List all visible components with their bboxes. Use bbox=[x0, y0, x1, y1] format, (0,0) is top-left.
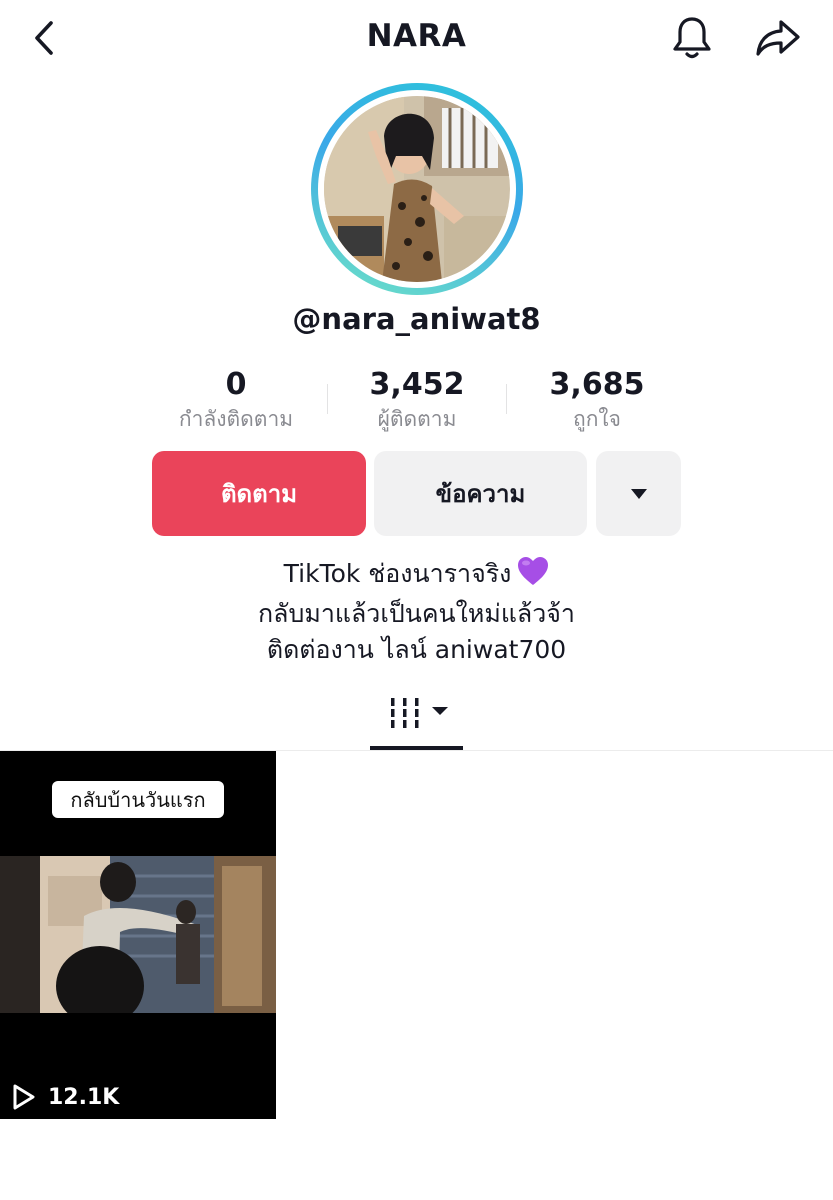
message-button[interactable]: ข้อความ bbox=[374, 451, 587, 536]
likes-stat[interactable]: 3,685 ถูกใจ bbox=[532, 366, 662, 434]
video-frame bbox=[0, 856, 276, 1013]
video-caption: กลับบ้านวันแรก bbox=[52, 781, 224, 818]
notification-button[interactable] bbox=[668, 14, 716, 62]
stat-divider bbox=[327, 384, 328, 414]
following-label: กำลังติดตาม bbox=[178, 407, 294, 431]
videos-grid-icon bbox=[391, 698, 448, 728]
share-button[interactable] bbox=[752, 14, 804, 62]
stat-divider bbox=[506, 384, 507, 414]
purple-heart-icon bbox=[517, 556, 549, 596]
bell-icon bbox=[673, 17, 711, 59]
following-count: 0 bbox=[225, 367, 247, 402]
share-arrow-icon bbox=[756, 20, 800, 56]
followers-label: ผู้ติดตาม bbox=[377, 407, 457, 431]
username: @nara_aniwat8 bbox=[292, 302, 541, 336]
caret-down-icon bbox=[630, 488, 647, 499]
video-views: 12.1K bbox=[12, 1084, 119, 1110]
profile-page: NARA @nara_aniwat8 0 กำลังติดตาม 3,452 ผ… bbox=[0, 0, 833, 1200]
bio: TikTok ช่องนาราจริง กลับมาแล้วเป็นคนใหม่… bbox=[0, 556, 833, 668]
top-bar: NARA bbox=[0, 0, 833, 80]
tab-videos[interactable] bbox=[370, 690, 463, 750]
followers-count: 3,452 bbox=[369, 367, 465, 402]
avatar[interactable] bbox=[311, 83, 523, 295]
bio-line-1: TikTok ช่องนาราจริง bbox=[0, 556, 833, 596]
follow-button[interactable]: ติดตาม bbox=[152, 451, 366, 536]
avatar-photo bbox=[324, 96, 510, 282]
bio-line-3: ติดต่องาน ไลน์ aniwat700 bbox=[266, 635, 567, 664]
more-options-button[interactable] bbox=[596, 451, 681, 536]
view-count: 12.1K bbox=[48, 1084, 120, 1110]
video-thumbnail[interactable]: กลับบ้านวันแรก 12.1K bbox=[0, 751, 276, 1119]
play-icon bbox=[13, 1084, 35, 1110]
bio-text: TikTok ช่องนาราจริง bbox=[283, 559, 512, 588]
following-stat[interactable]: 0 กำลังติดตาม bbox=[164, 366, 308, 434]
bio-line-2: กลับมาแล้วเป็นคนใหม่แล้วจ้า bbox=[258, 599, 575, 628]
likes-label: ถูกใจ bbox=[573, 407, 621, 431]
likes-count: 3,685 bbox=[549, 367, 645, 402]
followers-stat[interactable]: 3,452 ผู้ติดตาม bbox=[350, 366, 484, 434]
